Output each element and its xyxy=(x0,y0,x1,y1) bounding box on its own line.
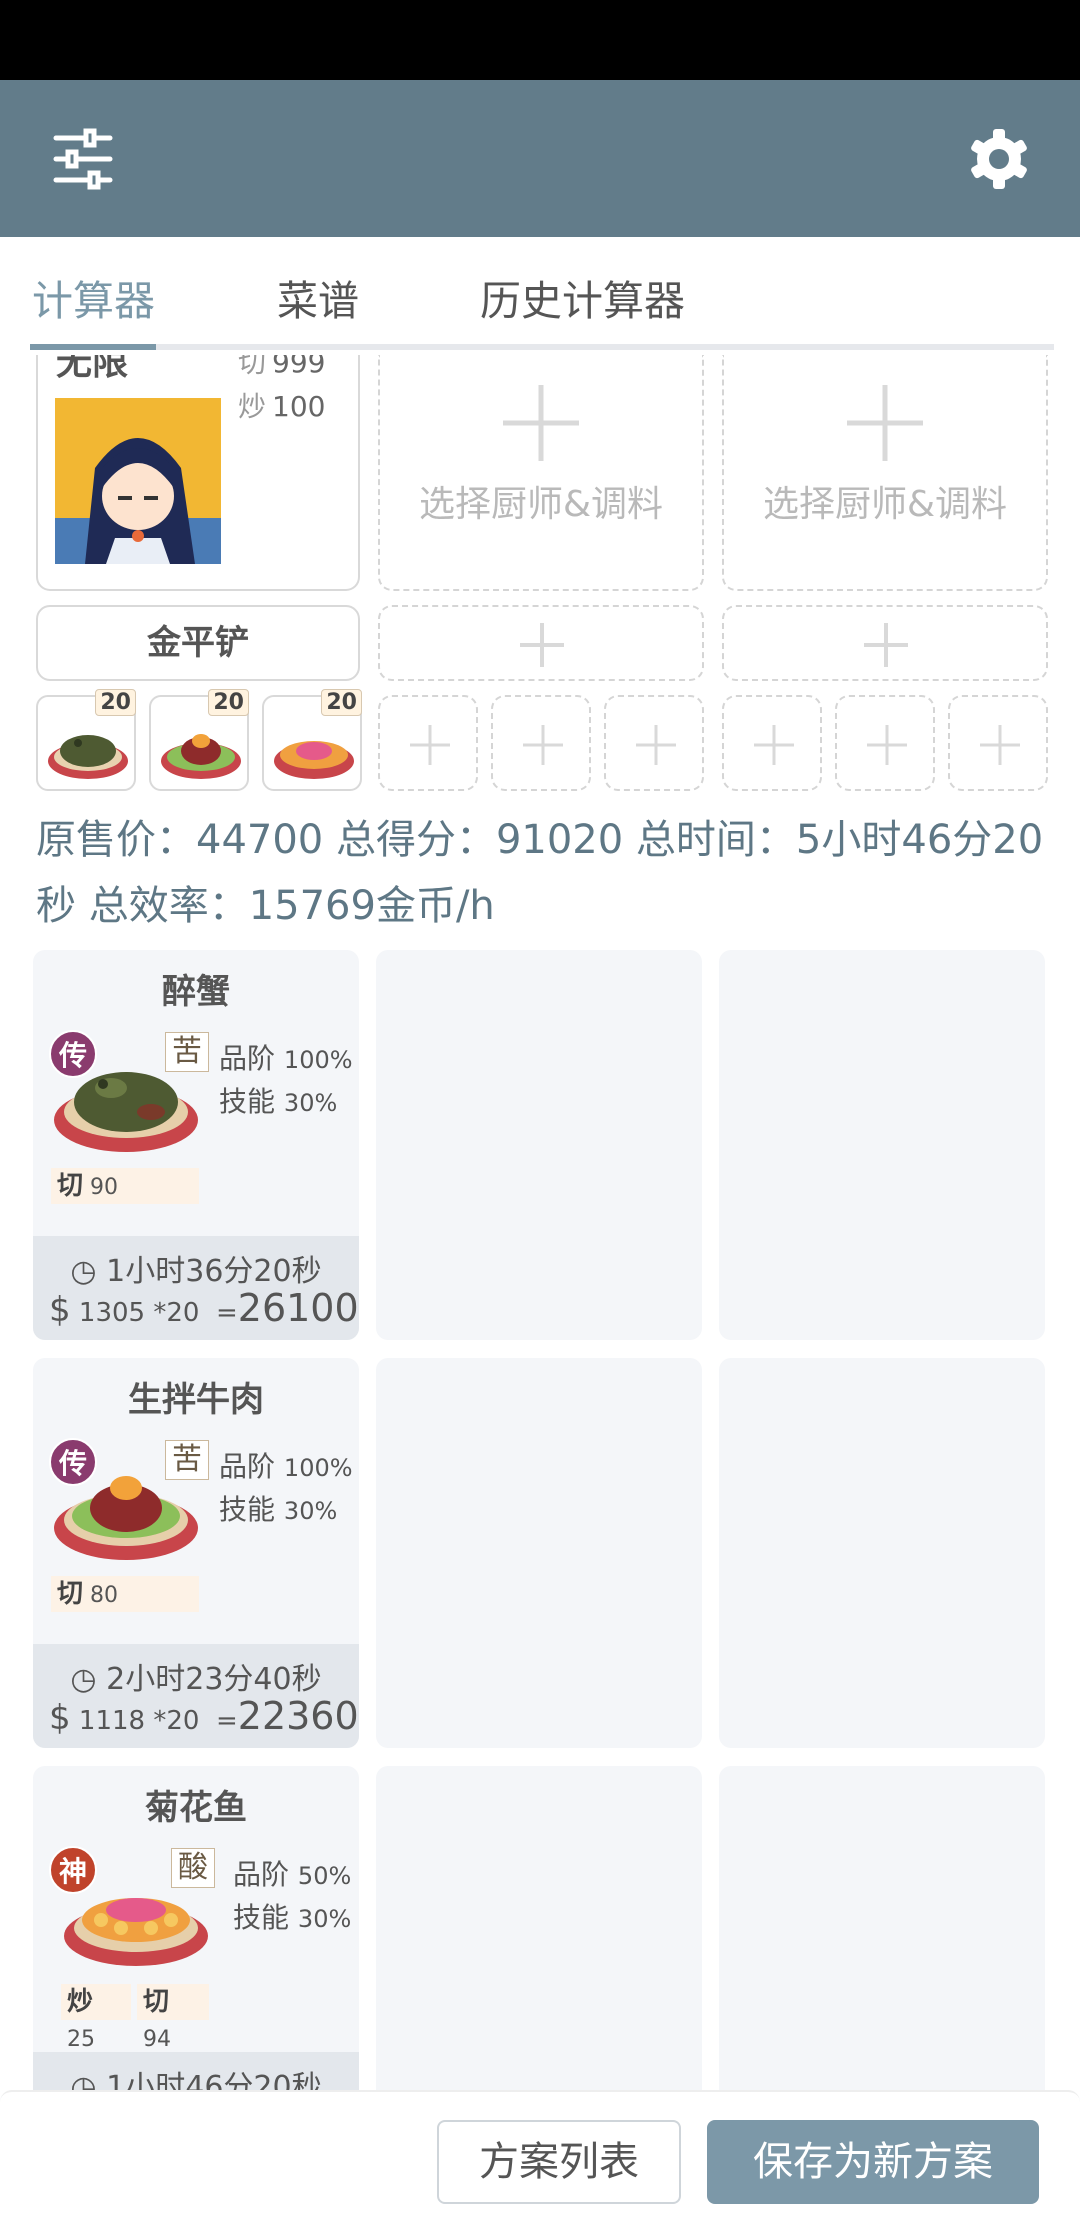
tab-track xyxy=(30,344,1054,350)
recipe-slot[interactable]: 20 xyxy=(262,689,362,791)
flavor-tag: 苦 xyxy=(165,1440,209,1480)
save-new-plan-button[interactable]: 保存为新方案 xyxy=(707,2120,1039,2204)
empty-recipe-slot[interactable] xyxy=(722,695,822,791)
empty-recipe-slot[interactable] xyxy=(604,695,704,791)
empty-dish-card[interactable] xyxy=(719,950,1045,1340)
empty-dish-card[interactable] xyxy=(376,950,702,1340)
tab-bar: 计算器 菜谱 历史计算器 xyxy=(0,237,1080,355)
status-bar xyxy=(0,0,1080,80)
tab-calculator[interactable]: 计算器 xyxy=(32,267,155,327)
recipe-qty: 20 xyxy=(321,689,362,716)
sliders-icon[interactable] xyxy=(50,128,116,190)
tab-history-calculator[interactable]: 历史计算器 xyxy=(480,267,685,327)
clock-icon: ◷ xyxy=(70,1254,97,1289)
dollar-icon: $ xyxy=(49,1290,71,1330)
dish-card[interactable]: 醉蟹 传 苦 品阶 100% 技能 30% 切 90 ◷ 1小时36分20秒 $… xyxy=(33,950,359,1340)
dish-stats: 品阶 100% 技能 30% xyxy=(219,1042,353,1118)
clock-icon: ◷ xyxy=(70,1662,97,1697)
plus-icon xyxy=(867,725,907,765)
empty-recipe-slot[interactable] xyxy=(378,695,478,791)
price-line: $ 1118 *20 =22360 xyxy=(49,1694,359,1738)
dish-name: 生拌牛肉 xyxy=(128,1380,264,1420)
equipment-slot[interactable]: 金平铲 xyxy=(36,605,360,681)
dish-name: 菊花鱼 xyxy=(145,1788,247,1828)
recipe-slot[interactable]: 20 xyxy=(149,689,249,791)
plus-icon xyxy=(520,623,564,667)
dish-footer: ◷ 2小时23分40秒 $ 1118 *20 =22360 xyxy=(33,1644,359,1748)
gear-icon[interactable] xyxy=(966,126,1032,192)
plus-icon xyxy=(523,725,563,765)
summary-text: 原售价：44700 总得分：91020 总时间：5小时46分20秒 总效率：15… xyxy=(36,817,1044,929)
flavor-tag: 酸 xyxy=(171,1848,215,1888)
flavor-tag: 苦 xyxy=(165,1032,209,1072)
recipe-slot[interactable]: 20 xyxy=(36,689,136,791)
empty-dish-card[interactable] xyxy=(719,1766,1045,2090)
content-scroll[interactable]: 无限 切 999 炒 100 选择厨师&调料 选择厨师&调料 金平铲 20 20… xyxy=(0,355,1080,2090)
price-line: $ 1305 *20 =26100 xyxy=(49,1286,359,1330)
empty-dish-card[interactable] xyxy=(376,1358,702,1748)
skill-requirement: 切 90 xyxy=(51,1168,199,1204)
plus-icon xyxy=(754,725,794,765)
bottom-action-bar: 方案列表 保存为新方案 xyxy=(0,2090,1080,2240)
tab-indicator xyxy=(30,344,156,350)
dish-card[interactable]: 生拌牛肉 传 苦 品阶 100% 技能 30% 切 80 ◷ 2小时23分40秒… xyxy=(33,1358,359,1748)
recipe-qty: 20 xyxy=(95,689,136,716)
plan-list-button[interactable]: 方案列表 xyxy=(437,2120,681,2204)
cook-time: ◷ 1小时46分20秒 xyxy=(33,2062,359,2090)
dish-stats: 品阶 50% 技能 30% xyxy=(233,1858,352,1934)
empty-equipment-slot[interactable] xyxy=(378,605,704,681)
raw-beef-icon xyxy=(161,734,241,779)
empty-equipment-slot[interactable] xyxy=(722,605,1048,681)
empty-recipe-slot[interactable] xyxy=(835,695,935,791)
plus-icon xyxy=(847,385,923,461)
empty-dish-card[interactable] xyxy=(719,1358,1045,1748)
cook-time: ◷ 1小时36分20秒 xyxy=(70,1254,322,1289)
dish-stats: 品阶 100% 技能 30% xyxy=(219,1450,353,1526)
dish-name: 醉蟹 xyxy=(162,972,230,1012)
chef-name: 无限 xyxy=(56,355,129,383)
empty-recipe-slot[interactable] xyxy=(948,695,1048,791)
plus-icon xyxy=(636,725,676,765)
chef-stat-cut: 切 999 xyxy=(238,355,326,379)
skill-requirement: 切 80 xyxy=(51,1576,199,1612)
plus-icon xyxy=(980,725,1020,765)
rarity-badge: 传 xyxy=(49,1438,97,1486)
skill-requirement: 炒 25 xyxy=(61,1984,131,2052)
chrysanthemum-fish-icon xyxy=(274,741,354,779)
plus-icon xyxy=(864,623,908,667)
tab-recipes[interactable]: 菜谱 xyxy=(277,267,359,327)
plus-icon xyxy=(410,725,450,765)
cook-time: ◷ 2小时23分40秒 xyxy=(70,1662,322,1697)
empty-chef-slot[interactable]: 选择厨师&调料 xyxy=(722,355,1048,591)
empty-dish-card[interactable] xyxy=(376,1766,702,2090)
skill-requirement: 切 94 xyxy=(137,1984,209,2052)
empty-chef-label: 选择厨师&调料 xyxy=(418,484,664,525)
drunken-crab-icon xyxy=(48,735,128,779)
rarity-badge: 神 xyxy=(49,1846,97,1894)
recipe-qty: 20 xyxy=(208,689,249,716)
clock-icon: ◷ xyxy=(70,2070,97,2090)
chef-avatar xyxy=(55,398,221,564)
app-bar xyxy=(0,80,1080,237)
plus-icon xyxy=(503,385,579,461)
chef-card[interactable]: 无限 切 999 炒 100 xyxy=(36,355,360,591)
empty-chef-label: 选择厨师&调料 xyxy=(762,484,1008,525)
dish-footer: ◷ 1小时46分20秒 xyxy=(33,2052,359,2090)
dish-card[interactable]: 菊花鱼 神 酸 品阶 50% 技能 30% 炒 25 切 94 ◷ 1小时46分… xyxy=(33,1766,359,2090)
rarity-badge: 传 xyxy=(49,1030,97,1078)
chef-stat-fry: 炒 100 xyxy=(238,390,326,423)
dollar-icon: $ xyxy=(49,1698,71,1738)
dish-footer: ◷ 1小时36分20秒 $ 1305 *20 =26100 xyxy=(33,1236,359,1340)
empty-chef-slot[interactable]: 选择厨师&调料 xyxy=(378,355,704,591)
empty-recipe-slot[interactable] xyxy=(491,695,591,791)
